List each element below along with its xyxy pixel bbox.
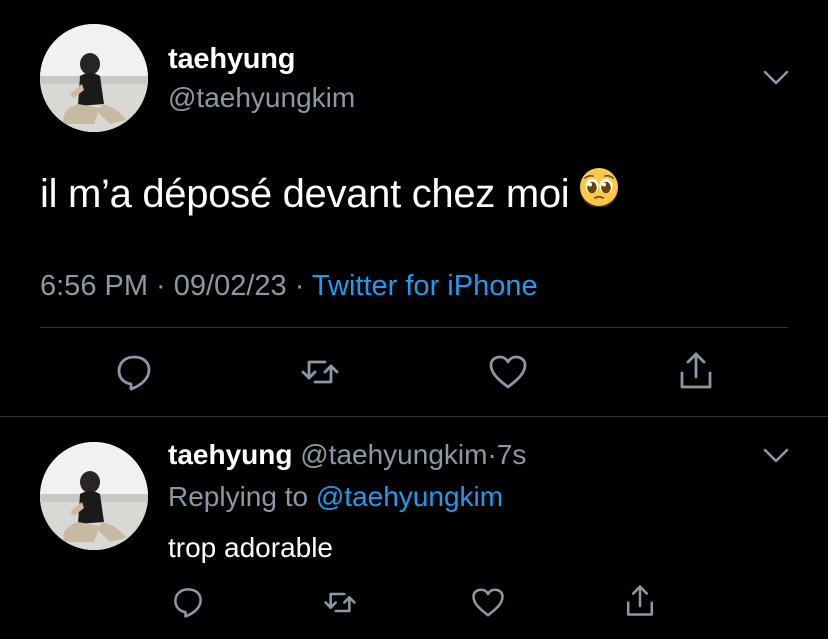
user-handle[interactable]: @taehyungkim	[168, 81, 355, 115]
retweet-button[interactable]	[298, 352, 342, 392]
chevron-down-icon[interactable]	[762, 446, 790, 466]
tweet-date: 09/02/23	[173, 270, 287, 302]
meta-separator: ·	[286, 270, 312, 302]
reply-display-name[interactable]: taehyung	[168, 439, 292, 470]
tweet-time: 6:56 PM	[40, 270, 148, 302]
tweet-body: il m’a déposé devant chez moi	[40, 172, 570, 216]
replying-to: Replying to @taehyungkim	[168, 479, 503, 515]
tweet-meta: 6:56 PM · 09/02/23 · Twitter for iPhone	[40, 268, 538, 304]
reply-handle[interactable]: @taehyungkim	[300, 439, 487, 470]
like-button[interactable]	[486, 352, 530, 392]
like-button[interactable]	[468, 584, 508, 620]
share-button[interactable]	[674, 350, 718, 392]
reply-icon	[174, 588, 202, 618]
share-icon	[680, 352, 712, 389]
chevron-down-icon[interactable]	[762, 68, 790, 88]
tweet-text: il m’a déposé devant chez moi	[40, 167, 619, 223]
share-button[interactable]	[620, 582, 660, 620]
reply-button[interactable]	[168, 584, 208, 620]
section-divider	[0, 416, 828, 417]
replying-to-link[interactable]: @taehyungkim	[316, 481, 503, 512]
replying-prefix: Replying to	[168, 481, 316, 512]
tweet-source-link[interactable]: Twitter for iPhone	[312, 270, 538, 302]
reply-text: trop adorable	[168, 532, 334, 563]
retweet-icon	[324, 592, 356, 612]
reply-header: taehyung @taehyungkim·7s	[168, 437, 526, 473]
share-icon	[626, 585, 654, 616]
meta-separator: ·	[148, 270, 174, 302]
meta-divider	[40, 327, 788, 328]
reply-avatar[interactable]	[40, 442, 148, 550]
reply-time: 7s	[496, 439, 527, 470]
pleading-face-icon	[579, 167, 619, 220]
heart-icon	[489, 355, 527, 389]
avatar-photo	[40, 24, 148, 132]
retweet-button[interactable]	[320, 584, 360, 620]
reply-dot: ·	[487, 439, 497, 470]
main-avatar[interactable]	[40, 24, 148, 132]
reply-icon	[117, 355, 151, 391]
reply-button[interactable]	[112, 352, 156, 392]
display-name[interactable]: taehyung	[168, 42, 296, 76]
avatar-photo	[40, 442, 148, 550]
heart-icon	[472, 587, 504, 617]
retweet-icon	[301, 360, 339, 384]
